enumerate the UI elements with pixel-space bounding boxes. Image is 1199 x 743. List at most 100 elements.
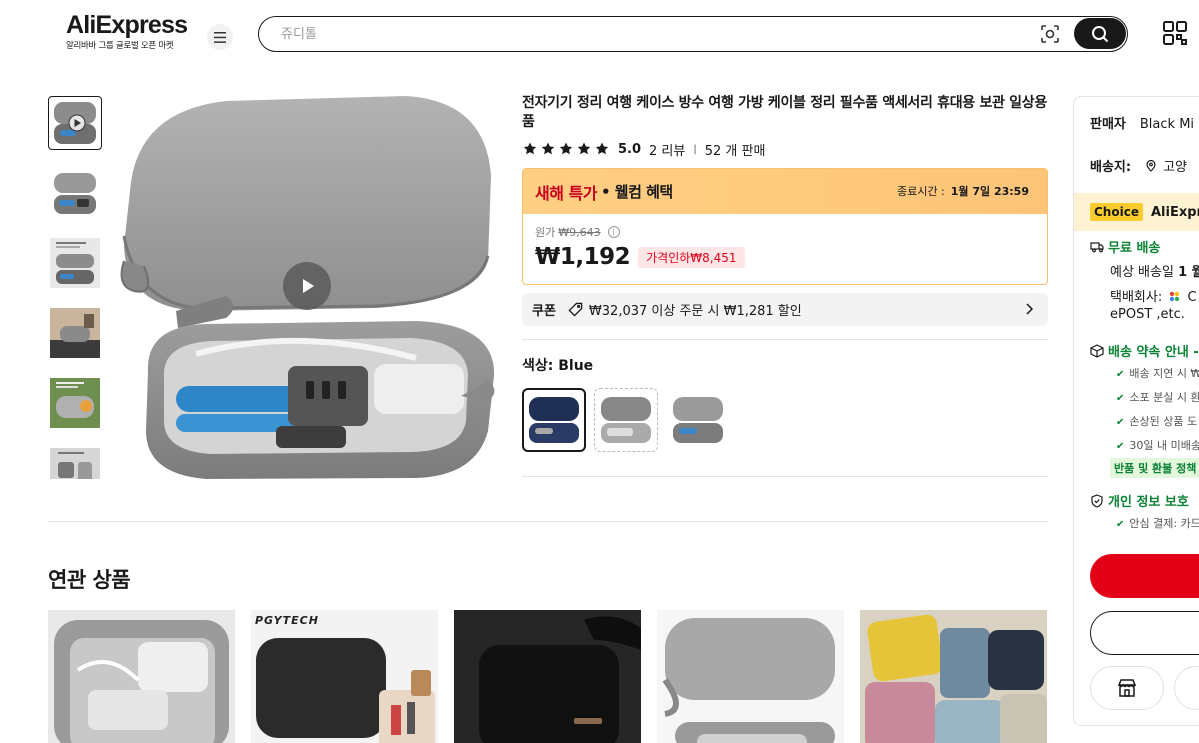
search-icon xyxy=(1092,25,1109,42)
related-product-card[interactable]: PGYTECH xyxy=(251,610,438,743)
chevron-right-icon xyxy=(1026,303,1034,315)
thumbnail-2[interactable] xyxy=(48,166,102,220)
star-icon xyxy=(541,142,555,155)
color-label-text: 색상: xyxy=(522,358,554,374)
promise-item: ✔ 소포 분실 시 환 xyxy=(1116,389,1199,405)
deal-end-value: 1월 7일 23:59 xyxy=(950,185,1029,198)
deal-headline: 새해 특가 xyxy=(535,183,597,203)
seller-label: 판매자 xyxy=(1090,117,1126,132)
thumbnail-5[interactable] xyxy=(48,376,102,430)
bag-thumbnail-icon xyxy=(50,238,100,288)
review-count-link[interactable]: 2 리뷰 xyxy=(649,140,685,159)
image-search-button[interactable] xyxy=(1039,23,1061,45)
thumbnail-video[interactable] xyxy=(48,96,102,150)
bag-thumbnail-icon xyxy=(54,173,96,214)
eta-value: 1 월 xyxy=(1178,265,1199,280)
store-button[interactable] xyxy=(1090,666,1164,710)
search-button[interactable] xyxy=(1074,18,1126,49)
ship-to-row[interactable]: 배송지: 고양 xyxy=(1090,156,1187,175)
product-image xyxy=(865,614,1047,743)
box-icon xyxy=(1090,344,1104,358)
bag-thumbnail-icon xyxy=(50,308,100,358)
carrier-value: C xyxy=(1187,290,1197,305)
qr-code-icon[interactable] xyxy=(1162,20,1188,46)
carrier-label: 택배회사: xyxy=(1110,290,1163,305)
star-rating xyxy=(522,141,610,157)
swatch-blue[interactable] xyxy=(522,388,586,452)
swatch-gray-1[interactable] xyxy=(594,388,658,452)
play-icon xyxy=(303,279,314,293)
star-icon xyxy=(595,142,609,155)
free-shipping-row: 무료 배송 xyxy=(1090,237,1160,256)
star-icon xyxy=(577,142,591,155)
deal-banner: 새해 특가 • 웰컴 혜택 종료시간 : 1월 7일 23:59 xyxy=(523,169,1047,214)
promise-item: ✔ 손상된 상품 도 xyxy=(1116,413,1197,429)
carrier-row: 택배회사: C xyxy=(1110,286,1197,305)
buy-now-button[interactable] xyxy=(1090,554,1199,598)
privacy-item-text: 안심 결제: 카드 xyxy=(1129,517,1199,530)
deal-subtitle: • 웰컴 혜택 xyxy=(600,183,673,201)
check-icon: ✔ xyxy=(1116,393,1125,404)
info-icon[interactable]: i xyxy=(607,226,620,238)
shield-icon xyxy=(1091,494,1103,508)
search-bar xyxy=(258,16,1128,52)
logo-text: AliExpress xyxy=(66,11,188,39)
price-area: 원가 ₩9,643 i ₩1,192 가격인하₩8,451 xyxy=(523,214,1047,280)
seller-link[interactable]: Black Mi xyxy=(1140,117,1194,132)
related-product-card[interactable] xyxy=(657,610,844,743)
original-price-value: ₩9,643 xyxy=(558,225,601,239)
thumbnail-3[interactable] xyxy=(48,236,102,290)
price-drop-badge: 가격인하₩8,451 xyxy=(638,246,745,268)
rating-row: 5.0 2 리뷰 | 52 개 판매 xyxy=(522,140,765,159)
coupon-label: 쿠폰 xyxy=(532,304,556,319)
delivery-promise-row[interactable]: 배송 약속 안내 - xyxy=(1090,341,1199,360)
privacy-row[interactable]: 개인 정보 보호 xyxy=(1090,491,1189,510)
purchase-panel: 판매자 Black Mi 배송지: 고양 Choice AliExpre 무료 배송… xyxy=(1073,96,1199,726)
add-to-cart-button[interactable]: 장 xyxy=(1090,611,1199,655)
thumbnail-4[interactable] xyxy=(48,306,102,360)
deal-end-time: 종료시간 : 1월 7일 23:59 xyxy=(897,183,1029,199)
coupon-text: ₩32,037 이상 주문 시 ₩1,281 할인 xyxy=(588,304,802,319)
related-product-card[interactable] xyxy=(48,610,235,743)
product-title: 전자기기 정리 여행 케이스 방수 여행 가방 케이블 정리 필수품 액세서리 … xyxy=(522,95,1047,130)
camera-scan-icon xyxy=(1041,25,1059,43)
divider xyxy=(522,476,1048,477)
gray-bag-thumbnail xyxy=(673,397,723,443)
divider xyxy=(48,521,1048,522)
return-policy-tag[interactable]: 반품 및 환불 정책 xyxy=(1110,458,1199,478)
related-product-card[interactable] xyxy=(860,610,1047,743)
related-product-card[interactable] xyxy=(454,610,641,743)
ship-to-label: 배송지: xyxy=(1090,160,1132,175)
logo-subtitle: 알리바바 그룹 글로벌 오픈 마켓 xyxy=(66,41,174,51)
swatch-gray-2[interactable] xyxy=(666,388,730,452)
choice-text: AliExpre xyxy=(1150,204,1199,220)
tag-icon xyxy=(568,302,583,317)
location-pin-icon xyxy=(1146,159,1156,172)
coupon-row[interactable]: 쿠폰 ₩32,037 이상 주문 시 ₩1,281 할인 xyxy=(522,293,1048,326)
promise-item-text: 소포 분실 시 환 xyxy=(1129,391,1199,404)
search-input[interactable] xyxy=(281,23,1021,45)
star-icon xyxy=(559,142,573,155)
aliexpress-logo[interactable]: AliExpress 알리바바 그룹 글로벌 오픈 마켓 xyxy=(66,11,188,52)
hamburger-icon xyxy=(214,31,226,43)
thumbnail-6[interactable] xyxy=(48,446,102,479)
free-shipping-label: 무료 배송 xyxy=(1108,241,1161,256)
privacy-label: 개인 정보 보호 xyxy=(1108,495,1189,510)
choice-badge: Choice xyxy=(1090,203,1143,221)
menu-button[interactable] xyxy=(207,24,233,50)
main-product-image[interactable] xyxy=(116,96,498,479)
product-image xyxy=(256,638,435,743)
promise-item-text: 손상된 상품 도 xyxy=(1129,415,1198,428)
related-products-list: PGYTECH xyxy=(48,610,1047,743)
original-price-label: 원가 xyxy=(535,226,556,239)
seller-row: 판매자 Black Mi xyxy=(1090,113,1194,132)
check-icon: ✔ xyxy=(1116,369,1125,380)
separator: | xyxy=(693,143,697,155)
product-image xyxy=(454,610,641,743)
thumbnail-list xyxy=(48,96,102,479)
play-video-button[interactable] xyxy=(283,262,331,310)
deal-end-label: 종료시간 : xyxy=(897,185,945,198)
promise-item-text: 배송 지연 시 ₩1 xyxy=(1129,367,1199,380)
share-button[interactable] xyxy=(1174,666,1199,710)
store-icon xyxy=(1117,679,1137,697)
